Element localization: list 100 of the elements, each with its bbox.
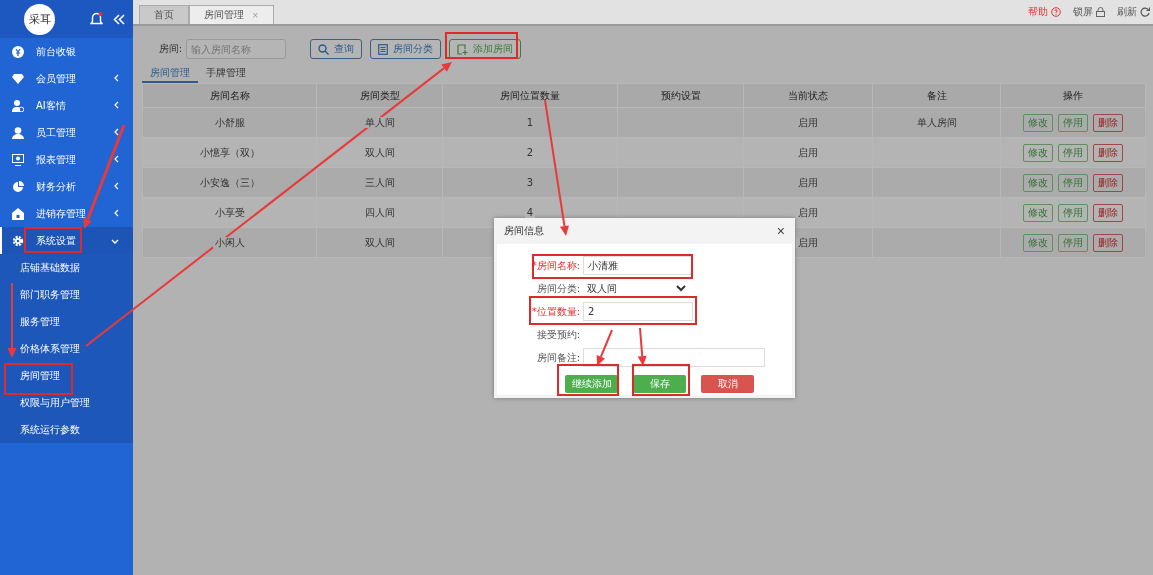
dialog-button[interactable]: 取消 <box>701 375 754 393</box>
chevron-down-icon <box>111 239 119 244</box>
row-action-button[interactable]: 修改 <box>1023 233 1053 252</box>
field-label: *位置数量: <box>530 304 581 319</box>
pie-chart-icon <box>12 180 24 193</box>
table-cell: 小享受 <box>142 197 317 228</box>
chevron-left-icon <box>114 74 119 82</box>
refresh-icon <box>1140 7 1150 17</box>
field-label: 接受预约: <box>535 327 581 342</box>
column-header: 房间类型 <box>316 83 443 108</box>
chevron-left-icon <box>114 209 119 217</box>
sidebar-item[interactable]: 员工管理 <box>0 119 133 146</box>
sidebar-item[interactable]: 前台收银 <box>0 38 133 65</box>
table-cell: 小舒服 <box>142 107 317 138</box>
house-icon <box>12 207 24 220</box>
submenu-item[interactable]: 权限与用户管理 <box>0 389 133 416</box>
table-cell: 启用 <box>743 137 873 168</box>
highlight-frame <box>24 227 82 253</box>
table-cell: 小安逸（三） <box>142 167 317 198</box>
field-label: 房间分类: <box>535 281 581 296</box>
column-header: 预约设置 <box>617 83 744 108</box>
search-button[interactable]: 查询 <box>310 39 362 59</box>
sidebar-item[interactable]: 会员管理 <box>0 65 133 92</box>
table-cell: 3 <box>442 167 618 198</box>
row-action-button[interactable]: 停用 <box>1058 233 1088 252</box>
row-action-button[interactable]: 停用 <box>1058 113 1088 132</box>
search-icon <box>318 43 329 55</box>
content-tab[interactable]: 手牌管理 <box>198 65 254 83</box>
submenu-item[interactable]: 价格体系管理 <box>0 335 133 362</box>
submenu-item[interactable]: 系统运行参数 <box>0 416 133 443</box>
table-cell: 单人房间 <box>872 107 1001 138</box>
highlight-frame <box>632 364 690 396</box>
sidebar-item[interactable]: AI客情 <box>0 92 133 119</box>
table-cell: 四人间 <box>316 197 443 228</box>
row-action-button[interactable]: 停用 <box>1058 143 1088 162</box>
sidebar-item[interactable]: 系统设置 <box>0 227 133 254</box>
sidebar-item[interactable]: 进销存管理 <box>0 200 133 227</box>
input-field[interactable] <box>583 348 765 367</box>
page-tab[interactable]: 房间管理 × <box>189 5 274 24</box>
table-cell: 三人间 <box>316 167 443 198</box>
column-header: 当前状态 <box>743 83 873 108</box>
row-action-button[interactable]: 删除 <box>1093 203 1123 222</box>
row-action-button[interactable]: 停用 <box>1058 173 1088 192</box>
sidebar-item[interactable]: 报表管理 <box>0 146 133 173</box>
lock-icon <box>1096 7 1105 17</box>
table-cell: 2 <box>442 137 618 168</box>
monitor-icon <box>12 153 24 166</box>
annotation-arrow <box>596 329 613 366</box>
submenu-item[interactable]: 服务管理 <box>0 308 133 335</box>
logo[interactable]: 采耳 <box>24 3 55 35</box>
list-button[interactable]: 房间分类 <box>370 39 441 59</box>
input-field[interactable]: 2 <box>583 302 693 321</box>
refresh-link[interactable]: 刷新 <box>1117 5 1150 19</box>
help-link[interactable]: 帮助 <box>1028 5 1061 19</box>
table-cell: 启用 <box>743 107 873 138</box>
column-header: 操作 <box>1000 83 1146 108</box>
coin-icon <box>12 45 24 58</box>
dialog-button[interactable]: 保存 <box>633 375 686 393</box>
annotation-arrow <box>637 327 647 366</box>
user-icon <box>12 99 24 112</box>
row-action-button[interactable]: 修改 <box>1023 113 1053 132</box>
help-icon <box>1051 7 1061 17</box>
table-cell: 双人间 <box>316 227 443 258</box>
chevron-left-icon <box>114 182 119 190</box>
lock-link[interactable]: 锁屏 <box>1073 5 1105 19</box>
row-action-button[interactable]: 修改 <box>1023 203 1053 222</box>
highlight-frame <box>557 364 619 396</box>
sidebar-item[interactable]: 财务分析 <box>0 173 133 200</box>
row-action-button[interactable]: 修改 <box>1023 143 1053 162</box>
submenu-item[interactable]: 部门职务管理 <box>0 281 133 308</box>
table-cell: 启用 <box>743 167 873 198</box>
highlight-frame <box>4 363 73 395</box>
row-action-button[interactable]: 删除 <box>1093 143 1123 162</box>
person-icon <box>12 126 24 139</box>
row-action-button[interactable]: 删除 <box>1093 233 1123 252</box>
row-action-button[interactable]: 删除 <box>1093 173 1123 192</box>
column-header: 房间名称 <box>142 83 317 108</box>
table-cell: 小憶享（双） <box>142 137 317 168</box>
list-icon <box>378 43 388 55</box>
row-action-button[interactable]: 停用 <box>1058 203 1088 222</box>
add-icon <box>457 43 468 55</box>
submenu-item[interactable]: 房间管理 <box>0 362 133 389</box>
dialog-button[interactable]: 继续添加 <box>565 375 618 393</box>
table-cell: 小闲人 <box>142 227 317 258</box>
tab-close[interactable]: × <box>252 10 259 20</box>
column-header: 备注 <box>872 83 1001 108</box>
row-action-button[interactable]: 删除 <box>1093 113 1123 132</box>
chevron-left-icon <box>114 101 119 109</box>
table-cell: 1 <box>442 107 618 138</box>
submenu-item[interactable]: 店铺基础数据 <box>0 254 133 281</box>
input-field[interactable]: 小清雅 <box>583 256 693 275</box>
gear-icon <box>12 234 24 247</box>
column-header: 房间位置数量 <box>442 83 618 108</box>
row-action-button[interactable]: 修改 <box>1023 173 1053 192</box>
page-tab[interactable]: 首页 <box>139 5 189 24</box>
collapse-icon[interactable] <box>113 13 125 25</box>
chevron-left-icon <box>114 155 119 163</box>
table-cell: 单人间 <box>316 107 443 138</box>
bell-icon[interactable] <box>90 12 103 26</box>
search-label: 房间: <box>157 42 183 56</box>
